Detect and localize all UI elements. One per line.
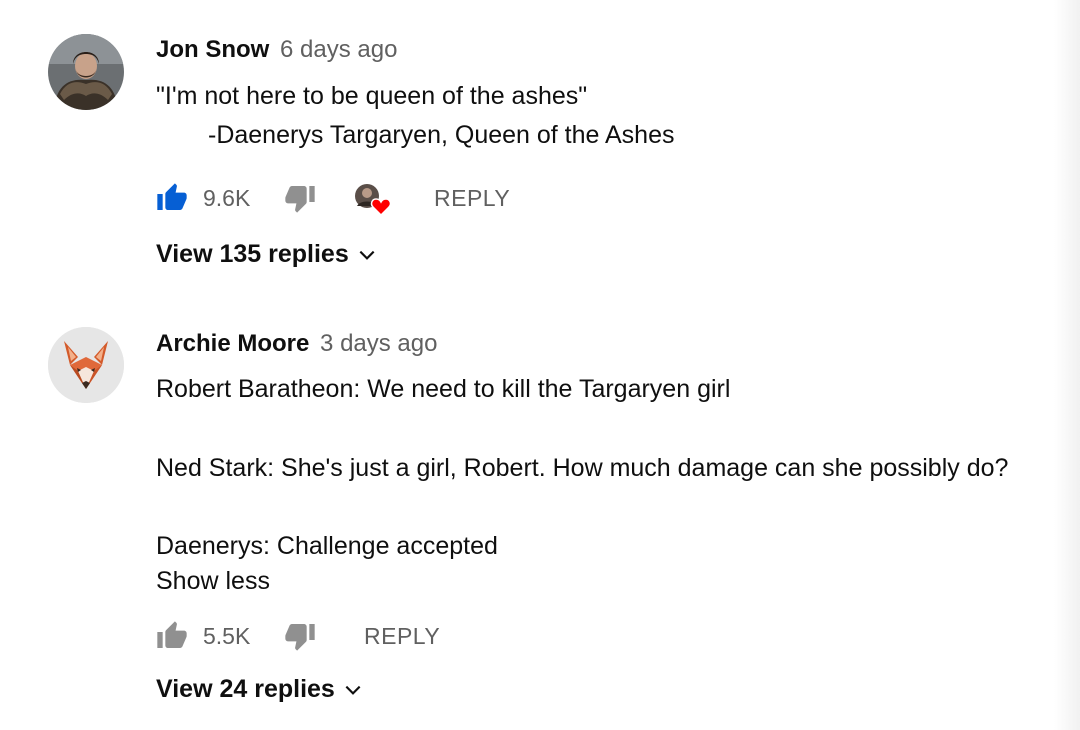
thumbs-down-icon [285,624,315,651]
comment-text-line: Daenerys: Challenge accepted [156,532,498,560]
page-edge-shadow [1054,0,1080,730]
comment-text-line: Robert Baratheon: We need to kill the Ta… [156,375,731,403]
comment-time[interactable]: 3 days ago [320,330,437,357]
avatar[interactable] [48,34,124,110]
show-less-link[interactable]: Show less [156,567,270,596]
reply-button[interactable]: REPLY [364,616,440,656]
dislike-button[interactable] [284,616,316,656]
comment-header: Archie Moore 3 days ago [156,330,437,358]
dislike-button[interactable] [284,178,316,218]
comment-text-line: Ned Stark: She's just a girl, Robert. Ho… [156,454,1009,482]
thumbs-up-icon [157,183,187,210]
like-count: 5.5K [203,622,251,649]
comment-time[interactable]: 6 days ago [280,36,397,63]
comment-text-line: "I'm not here to be queen of the ashes" [156,82,588,110]
like-count: 9.6K [203,184,251,211]
like-button[interactable] [156,178,188,218]
view-replies-label: View 135 replies [156,240,349,268]
like-button[interactable] [156,616,188,656]
view-replies-button[interactable]: View 24 replies [156,675,363,704]
author-name[interactable]: Archie Moore [156,330,309,357]
view-replies-button[interactable]: View 135 replies [156,240,377,269]
view-replies-label: View 24 replies [156,675,335,703]
creator-heart[interactable] [352,178,394,218]
comment-header: Jon Snow 6 days ago [156,36,397,64]
author-name[interactable]: Jon Snow [156,36,269,63]
creator-heart-icon [355,184,392,217]
chevron-down-icon [359,250,375,260]
thumbs-down-icon [285,186,315,213]
avatar[interactable] [48,327,124,403]
comment-text-line: -Daenerys Targaryen, Queen of the Ashes [208,121,675,149]
thumbs-up-icon [157,621,187,648]
chevron-down-icon [345,685,361,695]
reply-button[interactable]: REPLY [434,178,510,218]
